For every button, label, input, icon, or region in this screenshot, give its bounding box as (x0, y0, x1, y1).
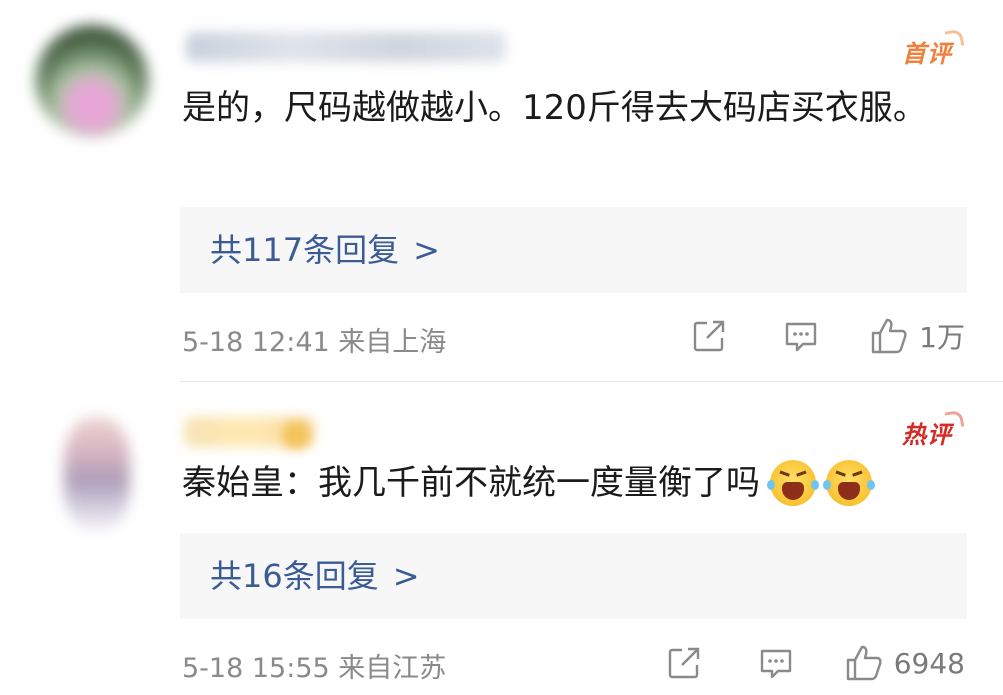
comment-divider (180, 381, 1003, 382)
comment-meta: 5-18 15:55 来自江苏 (182, 646, 446, 685)
comment-text: 是的，尺码越做越小。120斤得去大码店买衣服。 (182, 88, 927, 128)
like-button[interactable]: 6948 (844, 643, 965, 683)
comment-actions: 6948 (612, 643, 965, 683)
comment-button[interactable] (756, 643, 796, 683)
comment-text-row: 秦始皇：我几千前不就统一度量衡了吗 (182, 455, 972, 511)
view-replies-link[interactable]: 共16条回复 > (180, 533, 967, 619)
replies-label: 共117条回复 (210, 231, 400, 269)
comment-actions: 1万 (637, 316, 965, 356)
thumbs-up-icon (871, 318, 907, 354)
like-count: 1万 (919, 321, 965, 354)
comment-icon (785, 322, 817, 352)
comment-location: 来自上海 (338, 327, 447, 358)
badge-swoosh-icon (944, 28, 965, 49)
thumbs-up-icon (846, 645, 882, 681)
share-icon (693, 320, 725, 352)
comment-meta: 5-18 12:41 来自上海 (182, 320, 446, 359)
share-icon (668, 647, 699, 679)
view-replies-link[interactable]: 共117条回复 > (180, 207, 967, 293)
chevron-right-icon: > (413, 231, 440, 269)
user-level-icon (282, 421, 310, 449)
comment-button[interactable] (781, 316, 821, 356)
badge-swoosh-icon (944, 409, 965, 430)
comment-location: 来自江苏 (338, 653, 447, 684)
comment-text: 秦始皇：我几千前不就统一度量衡了吗 (182, 463, 760, 503)
replies-label: 共16条回复 (210, 557, 379, 595)
badge-label: 热评 (902, 421, 952, 449)
first-comment-badge: 首评 (902, 28, 965, 69)
comment-icon (760, 649, 791, 679)
comment-item: 热评 秦始皇：我几千前不就统一度量衡了吗 共16条回复 > 5-18 15:55 … (0, 383, 1003, 695)
scream-cry-emoji-icon (823, 460, 875, 506)
avatar[interactable] (64, 418, 130, 530)
comment-date: 5-18 12:41 (182, 327, 330, 358)
comment-date: 5-18 15:55 (182, 653, 330, 684)
hot-comment-badge: 热评 (902, 409, 965, 450)
share-button[interactable] (689, 316, 729, 356)
like-button[interactable]: 1万 (869, 316, 965, 356)
share-button[interactable] (664, 643, 704, 683)
username-blurred[interactable] (186, 32, 506, 62)
scream-cry-emoji-icon (767, 460, 819, 506)
chevron-right-icon: > (392, 557, 420, 595)
like-count: 6948 (893, 646, 965, 680)
avatar[interactable] (36, 25, 148, 137)
badge-label: 首评 (902, 40, 952, 68)
comment-item: 首评 是的，尺码越做越小。120斤得去大码店买衣服。 共117条回复 > 5-18… (0, 0, 1003, 383)
